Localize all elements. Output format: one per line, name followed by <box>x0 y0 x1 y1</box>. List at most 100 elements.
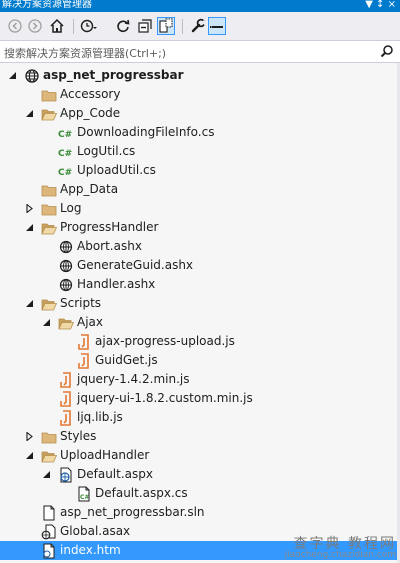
tree-item[interactable]: asp_net_progressbar.sln <box>0 503 400 522</box>
tree-item[interactable]: GuidGet.js <box>0 351 400 370</box>
tree-item[interactable]: Default.aspx <box>0 465 400 484</box>
tree-item-label: Styles <box>60 429 97 443</box>
svg-text:C#: C# <box>58 149 72 159</box>
tree-item[interactable]: App_Data <box>0 180 400 199</box>
folder-icon <box>41 182 57 198</box>
tree-item[interactable]: C# LogUtil.cs <box>0 142 400 161</box>
expanded-arrow-icon[interactable] <box>41 317 51 327</box>
back-button[interactable] <box>6 17 24 35</box>
folder-open-icon <box>41 296 57 312</box>
properties-button[interactable] <box>189 17 207 35</box>
home-icon <box>50 18 64 33</box>
solution-explorer-toolbar <box>0 12 400 41</box>
watermark-line-2: jiaocheng.chazidian.com <box>284 550 396 560</box>
collapsed-arrow-icon[interactable] <box>24 431 34 441</box>
tree-item-label: Default.aspx.cs <box>95 486 188 500</box>
forward-button[interactable] <box>26 17 44 35</box>
csharp-file-icon: C# <box>58 144 74 160</box>
collapse-all-button[interactable] <box>136 17 154 35</box>
tree-item-label: ljq.lib.js <box>77 410 123 424</box>
tree-item-label: UploadHandler <box>60 448 150 462</box>
tree-item-label: DownloadingFileInfo.cs <box>77 125 215 139</box>
tree-item[interactable]: C# Default.aspx.cs <box>0 484 400 503</box>
asax-file-icon <box>41 524 57 540</box>
solution-file-icon <box>41 505 57 521</box>
tree-item[interactable]: jquery-ui-1.8.2.custom.min.js <box>0 389 400 408</box>
search-box[interactable]: 搜索解决方案资源管理器(Ctrl+;) <box>0 41 400 63</box>
tree-item[interactable]: UploadHandler <box>0 446 400 465</box>
toolbar-separator <box>182 19 183 34</box>
show-all-files-button[interactable] <box>157 17 175 35</box>
svg-text:C#: C# <box>80 494 89 501</box>
tree-item[interactable]: ProgressHandler <box>0 218 400 237</box>
js-file-icon <box>76 353 92 369</box>
csharp-file-icon: C# <box>58 125 74 141</box>
clock-icon <box>80 19 97 33</box>
tree-item-label: GuidGet.js <box>95 353 158 367</box>
tree-item[interactable]: Ajax <box>0 313 400 332</box>
expanded-arrow-icon[interactable] <box>24 450 34 460</box>
refresh-icon <box>117 19 130 33</box>
csharp-file-icon: C# <box>58 163 74 179</box>
tree-item-label: Scripts <box>60 296 102 310</box>
tree-item[interactable]: C# UploadUtil.cs <box>0 161 400 180</box>
tree-item[interactable]: Handler.ashx <box>0 275 400 294</box>
js-file-icon <box>76 334 92 350</box>
tree-item-label: asp_net_progressbar <box>43 68 184 82</box>
expanded-arrow-icon[interactable] <box>41 469 51 479</box>
tree-item[interactable]: ajax-progress-upload.js <box>0 332 400 351</box>
js-file-icon <box>58 391 74 407</box>
web-project-icon <box>24 68 40 84</box>
forward-arrow-icon <box>28 19 42 33</box>
window-titlebar: 解决方案资源管理器 ▼ ↕ × <box>0 0 400 12</box>
refresh-button[interactable] <box>114 17 132 35</box>
svg-text:C#: C# <box>58 168 72 178</box>
tree-item[interactable]: C# DownloadingFileInfo.cs <box>0 123 400 142</box>
tree-item[interactable]: asp_net_progressbar <box>0 66 400 85</box>
tree-item-label: UploadUtil.cs <box>77 163 156 177</box>
svg-text:C#: C# <box>58 130 72 140</box>
expanded-arrow-icon[interactable] <box>24 108 34 118</box>
folder-icon <box>41 201 57 217</box>
tree-item[interactable]: Scripts <box>0 294 400 313</box>
html-file-icon <box>41 543 57 559</box>
window-controls[interactable]: ▼ ↕ × <box>365 0 396 10</box>
handler-file-icon <box>58 277 74 293</box>
js-file-icon <box>58 372 74 388</box>
tree-item[interactable]: App_Code <box>0 104 400 123</box>
tree-item-label: Default.aspx <box>77 467 153 481</box>
handler-file-icon <box>58 239 74 255</box>
tree-item-label: App_Data <box>60 182 119 196</box>
folder-icon <box>41 87 57 103</box>
tree-item[interactable]: Log <box>0 199 400 218</box>
tree-item[interactable]: GenerateGuid.ashx <box>0 256 400 275</box>
back-arrow-icon <box>8 19 22 33</box>
preview-selected-items-button[interactable] <box>208 17 226 35</box>
folder-open-icon <box>41 448 57 464</box>
tree-item[interactable]: jquery-1.4.2.min.js <box>0 370 400 389</box>
watermark: 查字典 教程网 jiaocheng.chazidian.com <box>284 536 396 561</box>
watermark-line-1: 查字典 教程网 <box>293 536 396 552</box>
tree-item-label: Global.asax <box>60 524 131 538</box>
expanded-arrow-icon[interactable] <box>24 222 34 232</box>
tree-item-label: GenerateGuid.ashx <box>77 258 194 272</box>
wrench-icon <box>191 18 206 33</box>
expanded-arrow-icon[interactable] <box>24 298 34 308</box>
window-title: 解决方案资源管理器 <box>2 0 92 10</box>
tree-item-label: Ajax <box>77 315 103 329</box>
aspx-file-icon <box>58 467 74 483</box>
tree-item[interactable]: Accessory <box>0 85 400 104</box>
collapsed-arrow-icon[interactable] <box>24 203 34 213</box>
tree-item[interactable]: Abort.ashx <box>0 237 400 256</box>
search-icon[interactable] <box>380 44 394 61</box>
expanded-arrow-icon[interactable] <box>7 70 17 80</box>
tree-item[interactable]: Styles <box>0 427 400 446</box>
home-button[interactable] <box>48 17 66 35</box>
tree-item[interactable]: ljq.lib.js <box>0 408 400 427</box>
pending-changes-filter-button[interactable] <box>80 17 98 35</box>
folder-open-icon <box>41 106 57 122</box>
tree-item-label: Log <box>60 201 82 215</box>
collapse-all-icon <box>138 19 152 33</box>
search-input[interactable]: 搜索解决方案资源管理器(Ctrl+;) <box>4 45 166 61</box>
tree-item-label: jquery-ui-1.8.2.custom.min.js <box>77 391 253 405</box>
